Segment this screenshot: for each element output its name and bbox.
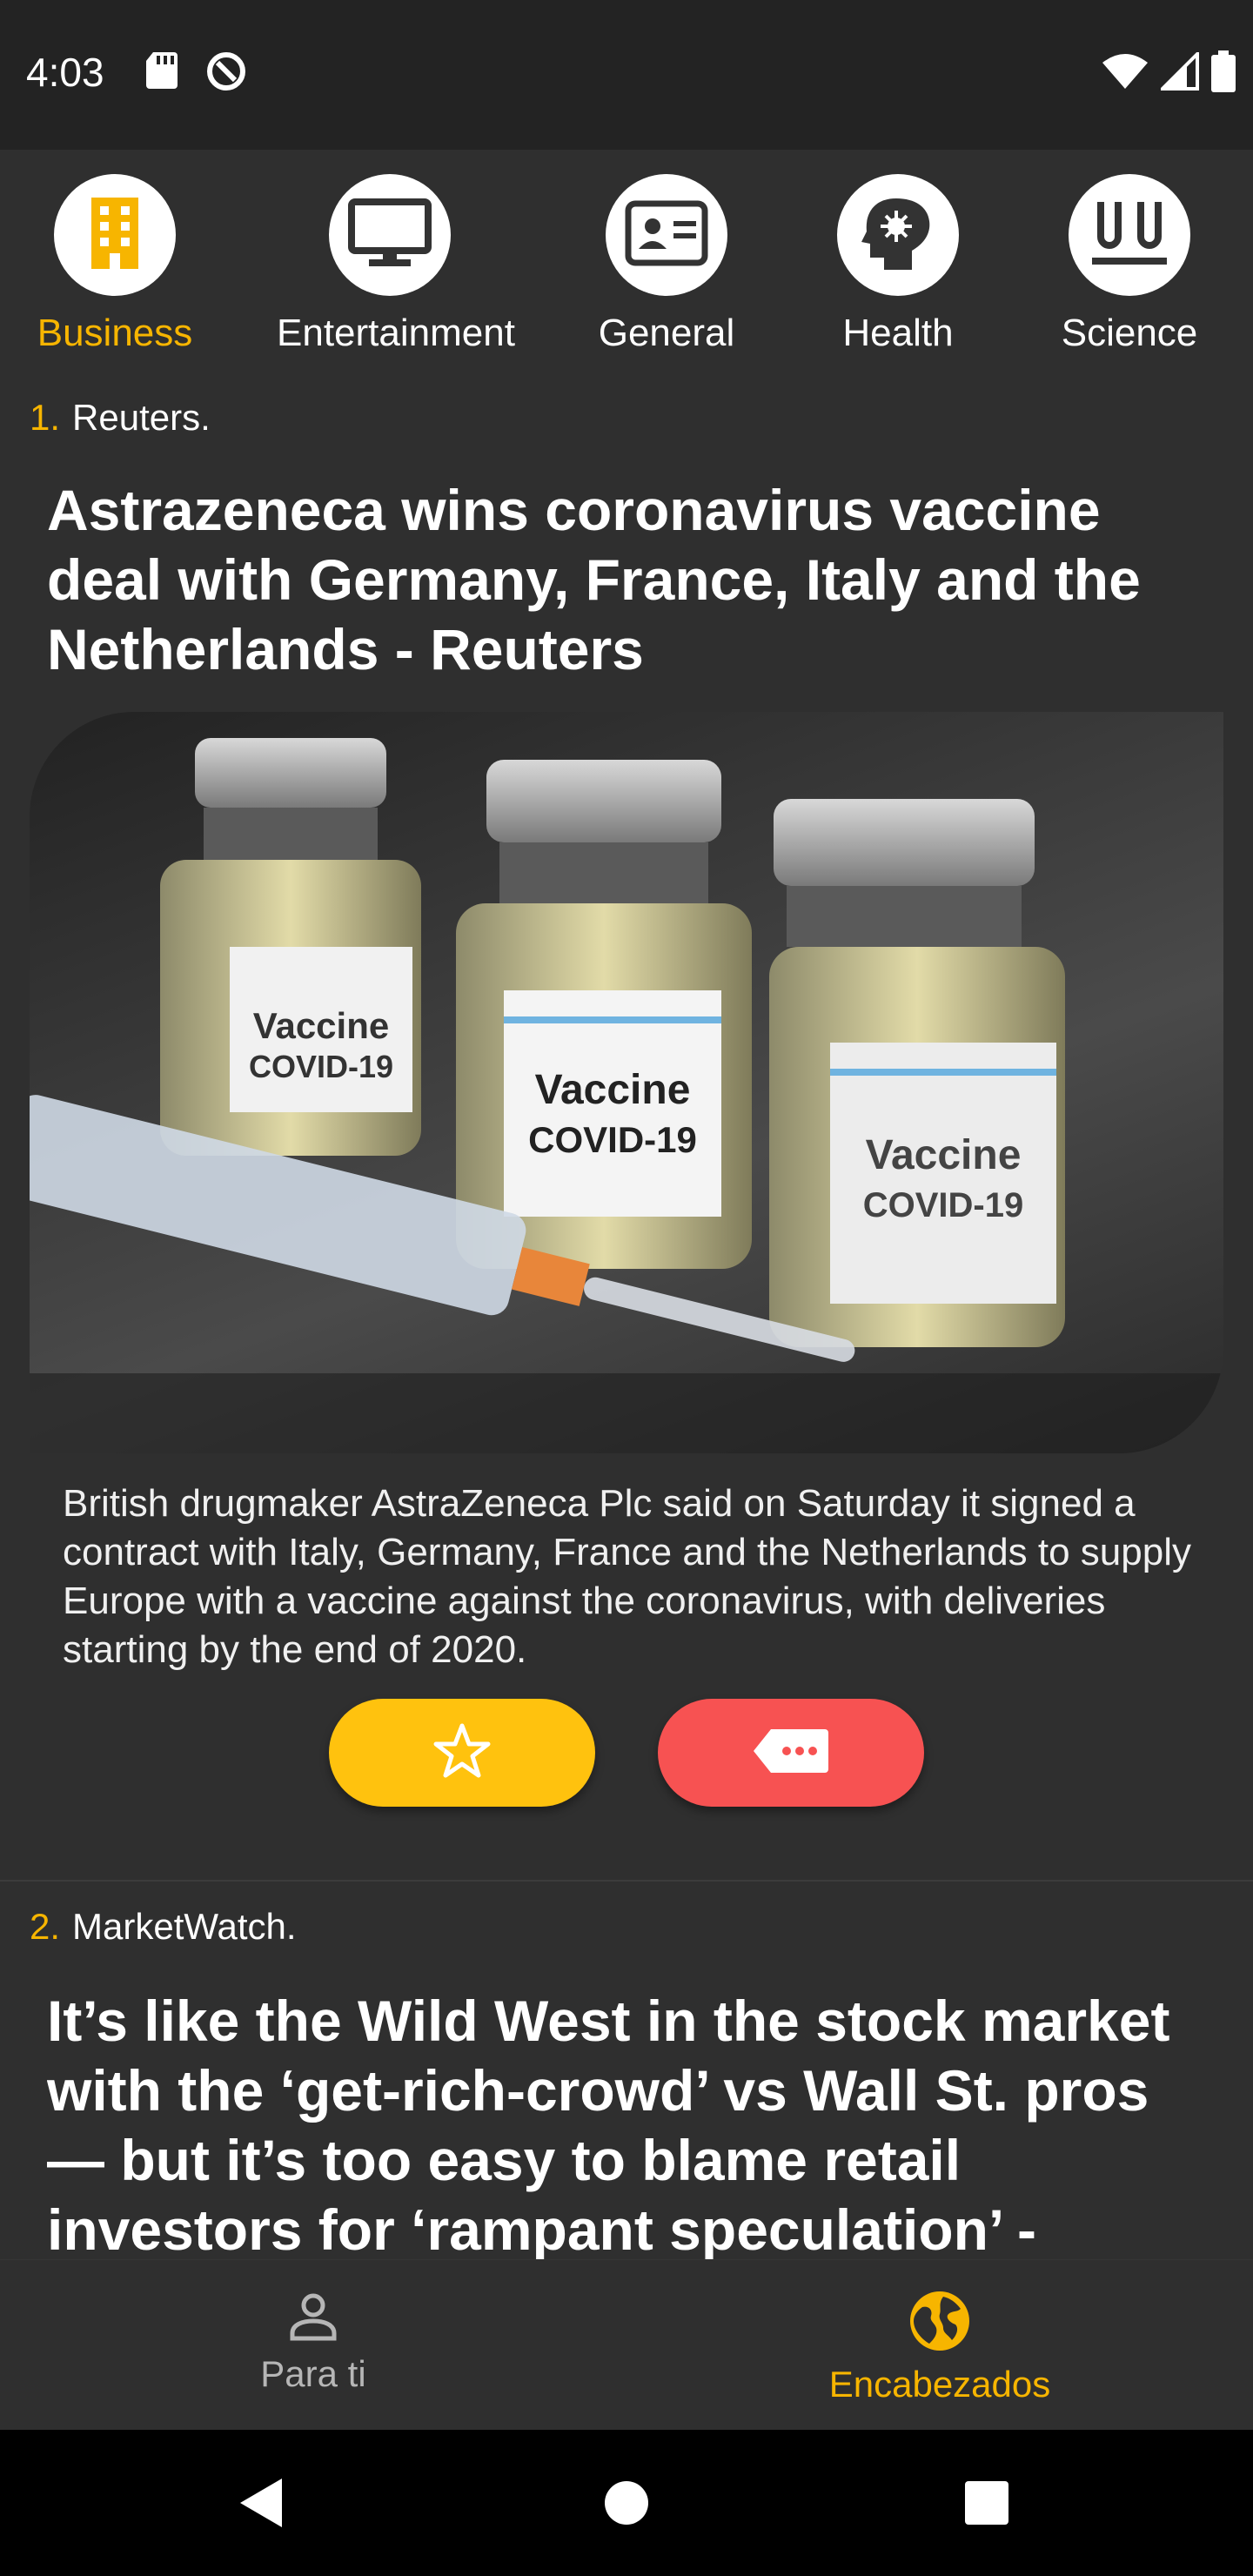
category-science[interactable]: Science bbox=[1016, 174, 1243, 355]
head-virus-icon bbox=[861, 195, 935, 276]
category-business[interactable]: Business bbox=[2, 174, 228, 355]
category-general-circle bbox=[606, 174, 727, 296]
favorite-button[interactable] bbox=[329, 1699, 595, 1807]
article-source-line: 2. MarketWatch. bbox=[30, 1906, 297, 1948]
data-saver-icon bbox=[205, 50, 247, 97]
category-label: General bbox=[598, 312, 735, 354]
nav-encabezados[interactable]: Encabezados bbox=[766, 2290, 1114, 2405]
recents-icon[interactable] bbox=[964, 2480, 1009, 2530]
test-tubes-icon bbox=[1090, 198, 1169, 272]
article-title[interactable]: Astrazeneca wins coronavirus vaccine dea… bbox=[47, 475, 1204, 684]
article-source: Reuters. bbox=[72, 397, 211, 438]
vial-label-middle: Vaccine bbox=[535, 1067, 691, 1113]
category-health[interactable]: Health bbox=[785, 174, 1011, 355]
article-title[interactable]: It’s like the Wild West in the stock mar… bbox=[47, 1986, 1204, 2259]
back-icon[interactable] bbox=[237, 2477, 285, 2533]
battery-icon bbox=[1211, 50, 1236, 97]
globe-icon bbox=[908, 2291, 971, 2356]
category-entertainment-circle bbox=[329, 174, 451, 296]
article-source-line: 1. Reuters. bbox=[30, 397, 211, 439]
vial-label-right: Vaccine bbox=[866, 1132, 1022, 1178]
article-number: 1. bbox=[30, 397, 61, 438]
id-card-icon bbox=[625, 200, 708, 271]
home-icon[interactable] bbox=[604, 2480, 649, 2530]
system-navigation-bar bbox=[0, 2430, 1253, 2576]
vial-label-right-2: COVID-19 bbox=[863, 1186, 1024, 1224]
wifi-icon bbox=[1102, 52, 1149, 95]
person-icon bbox=[287, 2293, 339, 2345]
category-bar: Business Entertainment General Health Sc… bbox=[0, 150, 1253, 376]
article-number: 2. bbox=[30, 1906, 61, 1947]
sd-card-icon bbox=[144, 50, 179, 95]
article-divider bbox=[0, 1880, 1253, 1882]
category-entertainment[interactable]: Entertainment bbox=[277, 174, 515, 355]
category-health-circle bbox=[837, 174, 959, 296]
category-science-circle bbox=[1069, 174, 1190, 296]
category-label: Health bbox=[842, 312, 954, 354]
comments-button[interactable] bbox=[658, 1699, 924, 1807]
status-bar: 4:03 bbox=[0, 0, 1253, 150]
nav-label: Encabezados bbox=[828, 2364, 1051, 2405]
category-label: Business bbox=[37, 312, 193, 354]
article-source: MarketWatch. bbox=[72, 1906, 297, 1947]
nav-label: Para ti bbox=[260, 2353, 366, 2394]
category-label: Entertainment bbox=[277, 312, 515, 354]
article-summary: British drugmaker AstraZeneca Plc said o… bbox=[63, 1482, 1191, 1671]
bottom-navigation: Para ti Encabezados bbox=[0, 2259, 1253, 2431]
building-icon bbox=[84, 194, 145, 277]
category-general[interactable]: General bbox=[553, 174, 780, 355]
star-icon bbox=[432, 1722, 492, 1784]
vial-label-left-2: COVID-19 bbox=[249, 1049, 393, 1084]
monitor-icon bbox=[348, 198, 432, 272]
vial-label-middle-2: COVID-19 bbox=[528, 1119, 697, 1160]
vial-label-left: Vaccine bbox=[253, 1005, 389, 1046]
status-time: 4:03 bbox=[26, 50, 104, 95]
category-label: Science bbox=[1061, 312, 1198, 354]
nav-para-ti[interactable]: Para ti bbox=[139, 2290, 487, 2395]
category-business-circle bbox=[54, 174, 176, 296]
article-image[interactable]: Vaccine COVID-19 Vaccine COVID-19 Vaccin… bbox=[30, 712, 1223, 1453]
cell-signal-icon bbox=[1158, 50, 1199, 95]
comment-tag-icon bbox=[754, 1727, 828, 1779]
